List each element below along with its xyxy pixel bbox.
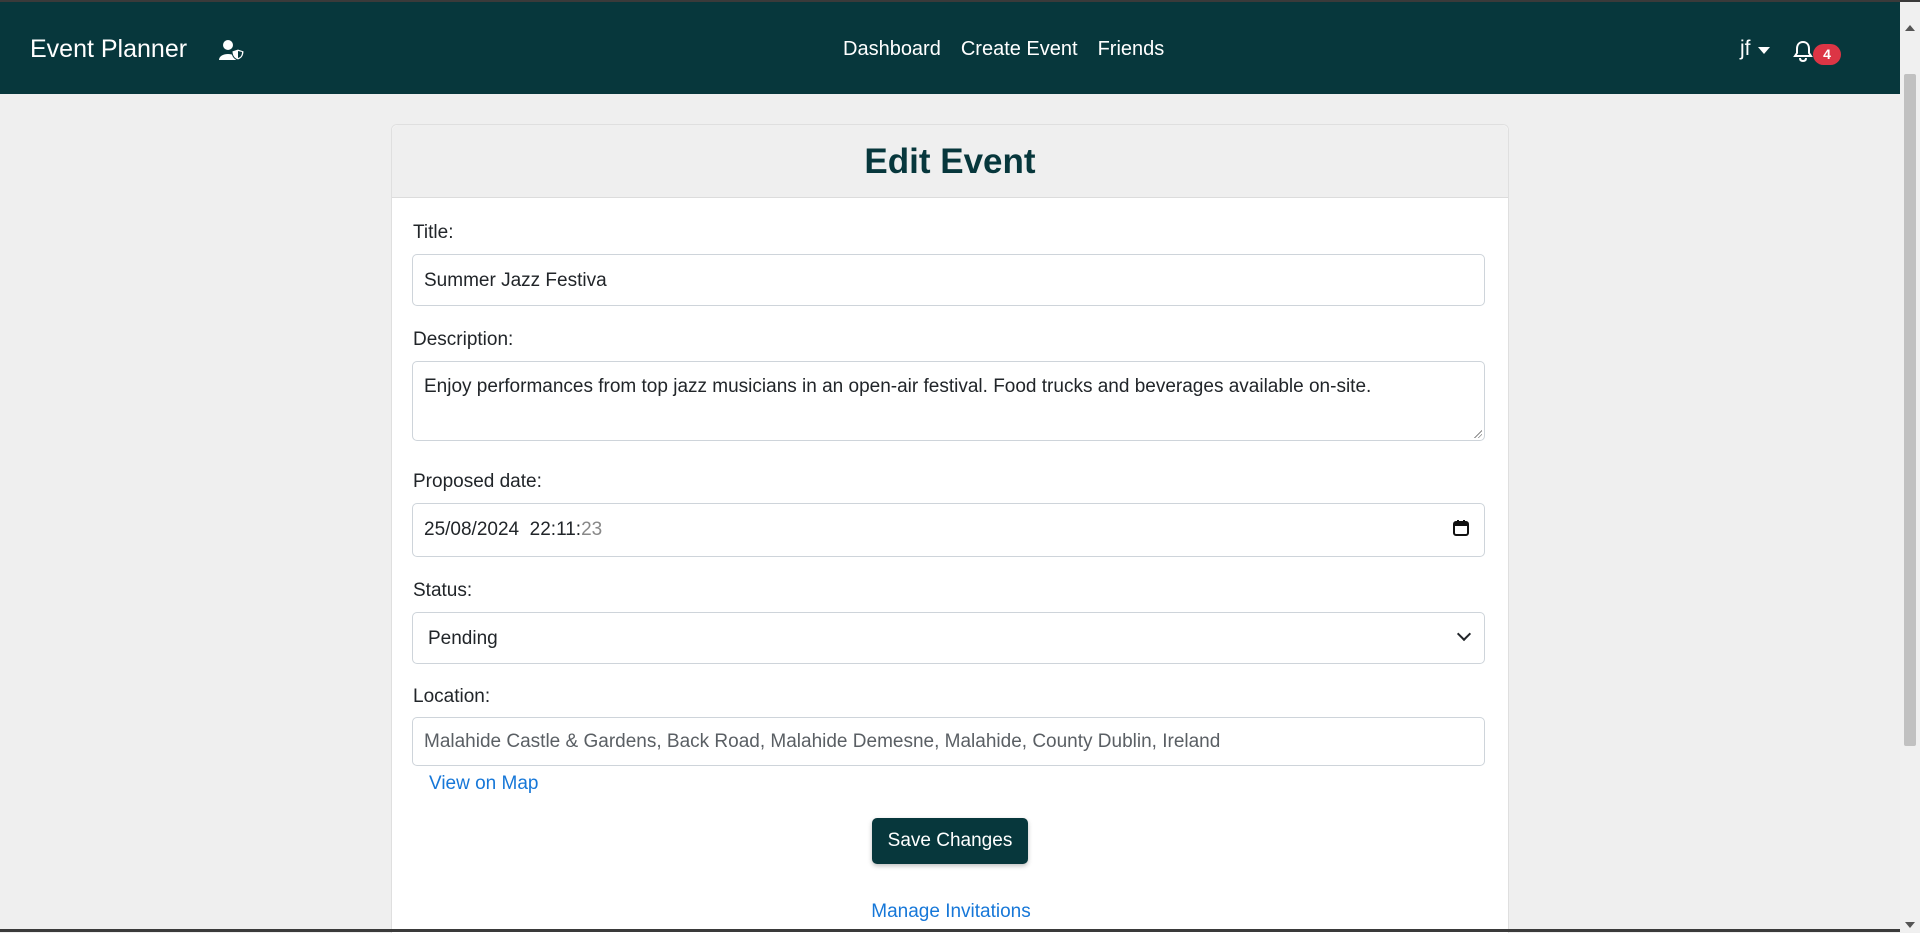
proposed-date-input[interactable]: 25/08/2024 22:11:23 (412, 503, 1485, 557)
scroll-down-arrow-icon[interactable] (1905, 922, 1915, 928)
scroll-up-arrow-icon[interactable] (1905, 25, 1915, 31)
edit-event-card: Edit Event Title: Summer Jazz Festiva De… (391, 124, 1509, 933)
date-seconds-value: 23 (581, 519, 603, 540)
status-value: Pending (428, 628, 498, 649)
page-scrollbar[interactable] (1900, 2, 1920, 932)
title-value: Summer Jazz Festiva (424, 270, 607, 291)
chevron-down-icon (1757, 46, 1770, 54)
page-title: Edit Event (392, 125, 1508, 198)
location-input[interactable]: Malahide Castle & Gardens, Back Road, Ma… (412, 717, 1485, 766)
user-dropdown[interactable]: jf (1740, 37, 1770, 61)
title-input[interactable]: Summer Jazz Festiva (412, 254, 1485, 306)
main-navigation: Dashboard Create Event Friends (843, 38, 1164, 61)
date-main-value: 25/08/2024 22:11: (424, 519, 582, 540)
description-textarea[interactable]: Enjoy performances from top jazz musicia… (412, 361, 1485, 441)
save-changes-button[interactable]: Save Changes (872, 818, 1028, 864)
nav-create-event[interactable]: Create Event (961, 38, 1078, 61)
notification-badge[interactable]: 4 (1813, 44, 1841, 65)
title-label: Title: (413, 222, 454, 243)
top-navbar: Event Planner Dashboard Create Event Fri… (0, 2, 1900, 94)
calendar-icon[interactable] (1452, 519, 1470, 537)
chevron-down-icon (1456, 626, 1472, 642)
user-name: jf (1740, 37, 1751, 60)
scrollbar-thumb[interactable] (1904, 74, 1916, 746)
location-value: Malahide Castle & Gardens, Back Road, Ma… (424, 731, 1221, 752)
brand-title[interactable]: Event Planner (30, 35, 187, 64)
nav-dashboard[interactable]: Dashboard (843, 38, 941, 61)
description-label: Description: (413, 329, 514, 350)
status-select[interactable]: Pending (412, 612, 1485, 664)
view-on-map-link[interactable]: View on Map (429, 773, 539, 795)
location-label: Location: (413, 686, 491, 707)
nav-friends[interactable]: Friends (1098, 38, 1165, 61)
status-label: Status: (413, 580, 473, 601)
bell-icon[interactable] (1792, 40, 1814, 62)
textarea-resize-handle[interactable] (1474, 430, 1482, 438)
user-shield-icon[interactable] (218, 38, 246, 62)
proposed-date-label: Proposed date: (413, 471, 542, 492)
description-value: Enjoy performances from top jazz musicia… (424, 376, 1372, 397)
manage-invitations-link[interactable]: Manage Invitations (866, 901, 1036, 923)
